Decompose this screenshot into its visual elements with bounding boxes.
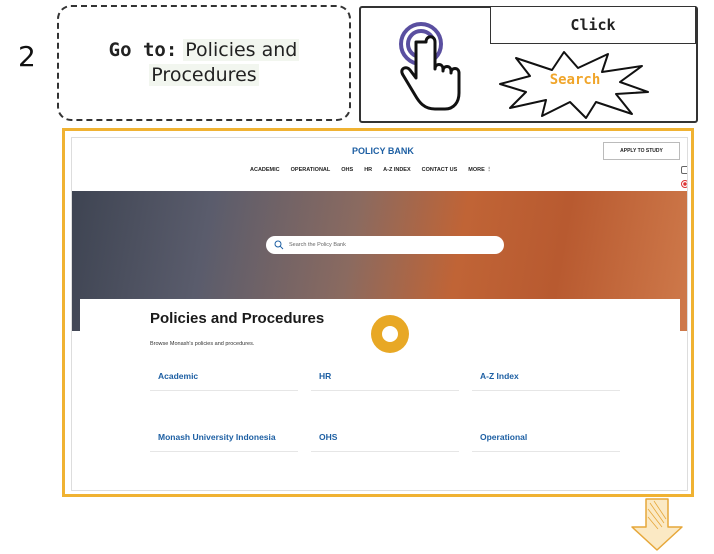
instruction-box: Go to: Policies and Procedures xyxy=(57,5,351,121)
link-a-z-index[interactable]: A-Z Index xyxy=(472,371,620,391)
nav-item-contact-us[interactable]: CONTACT US xyxy=(422,167,458,173)
screenshot-frame: POLICY BANK APPLY TO STUDY ACADEMIC OPER… xyxy=(62,128,694,497)
page-subtitle: Browse Monash's policies and procedures. xyxy=(150,341,255,347)
nav-item-ohs[interactable]: OHS xyxy=(341,167,353,173)
search-burst-label: Search xyxy=(549,72,601,88)
click-indicator xyxy=(371,315,409,353)
site-header: POLICY BANK APPLY TO STUDY ACADEMIC OPER… xyxy=(72,138,687,230)
nav-item-academic[interactable]: ACADEMIC xyxy=(250,167,280,173)
mute-icon[interactable] xyxy=(680,166,687,174)
instruction-target-line2: Procedures xyxy=(149,64,259,86)
record-icon[interactable] xyxy=(680,180,687,188)
nav-item-more[interactable]: MORE ⋮ xyxy=(468,167,492,173)
link-monash-university-indonesia[interactable]: Monash University Indonesia xyxy=(150,432,298,452)
arrow-down-icon xyxy=(631,498,683,551)
search-icon xyxy=(274,240,284,250)
link-operational[interactable]: Operational xyxy=(472,432,620,452)
nav-item-a-z-index[interactable]: A-Z INDEX xyxy=(383,167,411,173)
step-number: 2 xyxy=(18,40,36,73)
link-hr[interactable]: HR xyxy=(311,371,459,391)
instruction-text: Go to: Policies and Procedures xyxy=(109,38,300,88)
nav-item-operational[interactable]: OPERATIONAL xyxy=(291,167,331,173)
click-label: Click xyxy=(490,6,696,44)
search-input[interactable]: Search the Policy Bank xyxy=(266,236,504,254)
link-academic[interactable]: Academic xyxy=(150,371,298,391)
apply-to-study-button[interactable]: APPLY TO STUDY xyxy=(603,142,680,160)
link-ohs[interactable]: OHS xyxy=(311,432,459,452)
tap-hand-icon xyxy=(399,22,461,111)
nav-item-hr[interactable]: HR xyxy=(364,167,372,173)
content-card: Policies and Procedures Browse Monash's … xyxy=(80,299,680,490)
browser-view: POLICY BANK APPLY TO STUDY ACADEMIC OPER… xyxy=(71,137,688,491)
instruction-prefix: Go to: xyxy=(108,39,178,61)
site-brand[interactable]: POLICY BANK xyxy=(352,146,414,156)
site-nav: ACADEMIC OPERATIONAL OHS HR A-Z INDEX CO… xyxy=(250,167,492,173)
page-title: Policies and Procedures xyxy=(150,310,325,327)
instruction-target-line1: Policies and xyxy=(183,39,300,61)
search-placeholder: Search the Policy Bank xyxy=(289,242,346,248)
